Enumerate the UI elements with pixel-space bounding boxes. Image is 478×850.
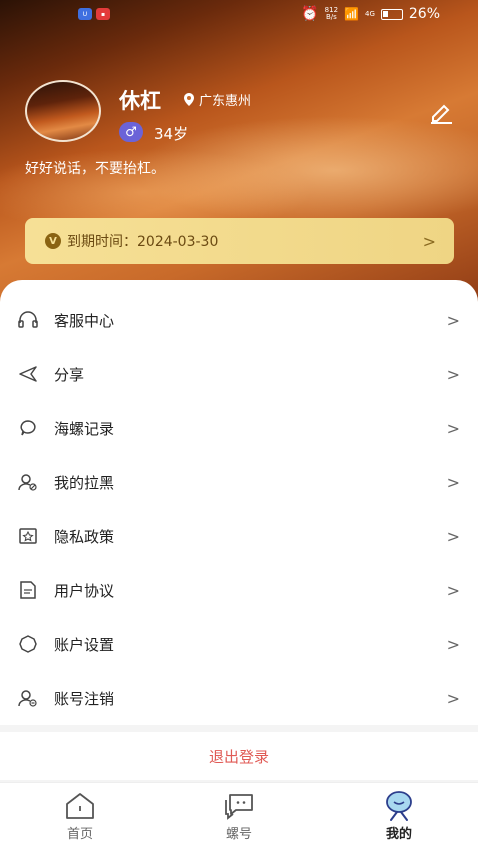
vip-expiry-bar[interactable]: V 到期时间：2024-03-30 > [25, 218, 454, 264]
chat-bubble-icon [18, 418, 38, 438]
vip-icon: V [45, 233, 61, 249]
tab-messages[interactable]: 螺号 [199, 791, 279, 847]
chevron-right-icon: > [446, 634, 460, 654]
menu-card: 客服中心 > 分享 > 海螺记录 > 我的拉黑 > 隐私政策 > 用户协议 > [0, 280, 478, 725]
menu-label: 我的拉黑 [54, 473, 115, 492]
menu-label: 隐私政策 [54, 527, 115, 546]
status-bar: U ▪ ⏰ 812 B/s 📶 4G 26% [0, 0, 478, 30]
menu-item-conch-records[interactable]: 海螺记录 > [0, 401, 478, 455]
user-remove-icon [18, 688, 38, 708]
menu-label: 账户设置 [54, 635, 115, 654]
menu-label: 用户协议 [54, 581, 115, 600]
nickname: 休杠 [119, 89, 161, 113]
privacy-icon [18, 526, 38, 546]
vip-expiry-text: 到期时间：2024-03-30 [67, 234, 219, 250]
tab-profile[interactable]: 我的 [359, 791, 439, 847]
app-notification-icon: ▪ [96, 8, 110, 20]
share-icon [18, 364, 38, 384]
chevron-right-icon: > [446, 364, 460, 384]
bottom-tab-bar: 首页 螺号 我的 [0, 782, 478, 850]
menu-label: 账号注销 [54, 689, 115, 708]
menu-item-blocklist[interactable]: 我的拉黑 > [0, 455, 478, 509]
user-block-icon [18, 472, 38, 492]
messages-icon [222, 791, 256, 821]
settings-icon [18, 634, 38, 654]
menu-item-share[interactable]: 分享 > [0, 347, 478, 401]
pencil-icon [431, 104, 452, 124]
location: 广东惠州 [184, 90, 251, 109]
chevron-right-icon: > [446, 580, 460, 600]
menu-label: 海螺记录 [54, 419, 115, 438]
avatar[interactable] [25, 80, 101, 142]
document-icon [18, 580, 38, 600]
menu-item-user-agreement[interactable]: 用户协议 > [0, 563, 478, 617]
menu-label: 分享 [54, 365, 85, 384]
chevron-right-icon: > [446, 418, 460, 438]
home-icon [63, 791, 97, 821]
signal-label: 4G [364, 10, 375, 18]
wifi-icon: 📶 [344, 7, 359, 21]
profile-icon [382, 791, 416, 821]
tab-label: 首页 [66, 827, 93, 842]
menu-item-account-settings[interactable]: 账户设置 > [0, 617, 478, 671]
bio: 好好说话，不要抬杠。 [25, 161, 165, 177]
battery-percent: 26% [408, 6, 440, 22]
headset-icon [18, 310, 38, 330]
gender-male-icon: ♂ [119, 122, 143, 142]
location-pin-icon [184, 93, 194, 106]
menu-item-customer-service[interactable]: 客服中心 > [0, 293, 478, 347]
logout-button[interactable]: 退出登录 [0, 732, 478, 780]
age: 34岁 [154, 125, 189, 143]
edit-profile-button[interactable] [428, 101, 454, 125]
network-speed: 812 B/s [324, 6, 339, 21]
tab-label: 我的 [385, 827, 412, 842]
battery-icon [380, 8, 403, 20]
chevron-right-icon: > [446, 526, 460, 546]
menu-item-delete-account[interactable]: 账号注销 > [0, 671, 478, 725]
chevron-right-icon: > [446, 472, 460, 492]
chevron-right-icon: > [446, 310, 460, 330]
menu-label: 客服中心 [54, 311, 115, 330]
app-notification-icon: U [78, 8, 92, 20]
alarm-icon: ⏰ [301, 6, 319, 22]
tab-label: 螺号 [225, 827, 252, 842]
chevron-right-icon: > [422, 232, 436, 251]
chevron-right-icon: > [446, 688, 460, 708]
location-text: 广东惠州 [199, 94, 252, 109]
tab-home[interactable]: 首页 [40, 791, 120, 847]
menu-item-privacy-policy[interactable]: 隐私政策 > [0, 509, 478, 563]
